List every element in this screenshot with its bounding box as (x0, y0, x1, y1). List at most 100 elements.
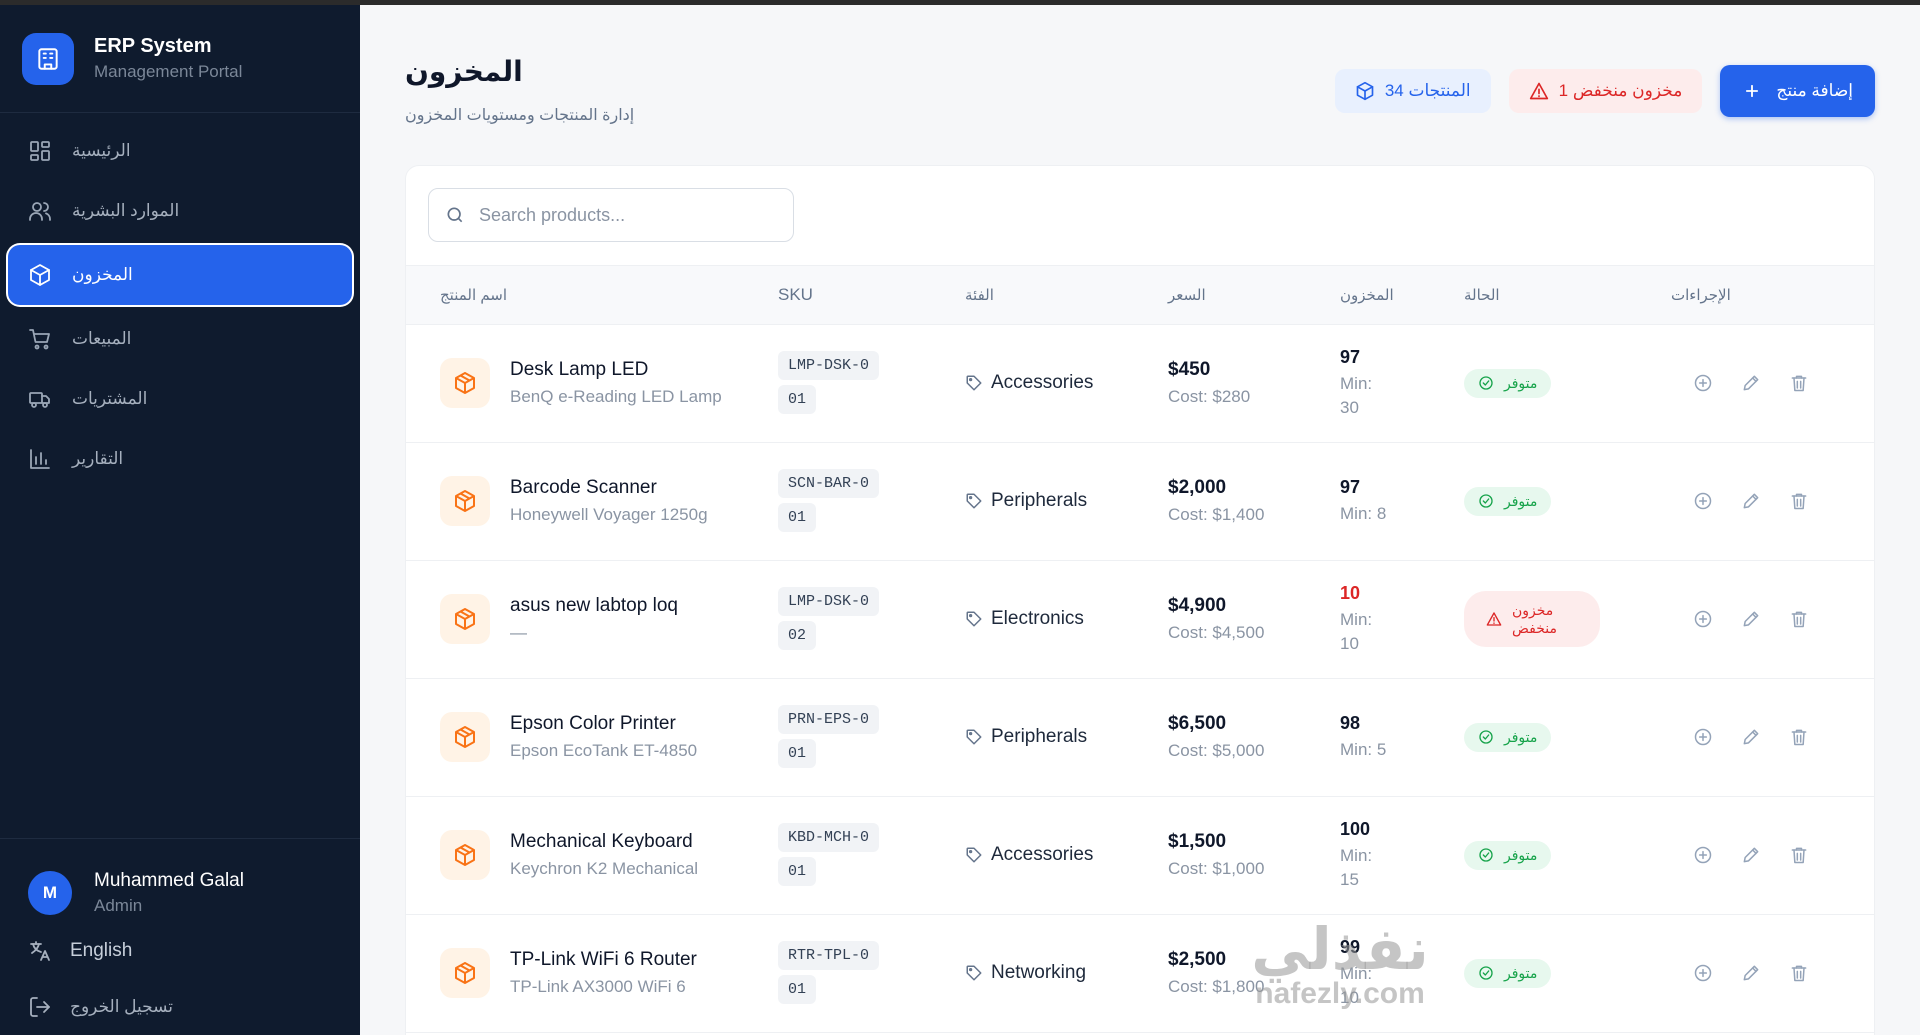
logout-label: تسجيل الخروج (70, 997, 174, 1016)
table-body: Desk Lamp LED BenQ e-Reading LED Lamp LM… (406, 324, 1874, 1032)
cost-value: Cost: $1,800 (1168, 977, 1265, 996)
table-row[interactable]: TP-Link WiFi 6 Router TP-Link AX3000 WiF… (406, 914, 1874, 1032)
logout-button[interactable]: تسجيل الخروج (0, 979, 360, 1035)
sidebar-item-dashboard[interactable]: الرئيسية (8, 125, 352, 177)
user-profile[interactable]: M Muhammed Galal Admin (0, 863, 360, 923)
edit-icon[interactable] (1741, 845, 1761, 865)
status-label: متوفر (1504, 374, 1538, 391)
product-box-icon (440, 712, 490, 762)
product-name[interactable]: Barcode Scanner (510, 477, 708, 499)
product-name[interactable]: Desk Lamp LED (510, 359, 722, 381)
cost-value: Cost: $1,000 (1168, 859, 1265, 878)
cell-stock: 99 Min: 10 (1340, 914, 1464, 1032)
product-name[interactable]: Mechanical Keyboard (510, 831, 698, 853)
cell-sku: SCN-BAR-001 (778, 442, 965, 560)
add-product-button[interactable]: إضافة منتج (1720, 65, 1875, 117)
table-row[interactable]: asus new labtop loq — LMP-DSK-002 Electr… (406, 560, 1874, 678)
column-header-price[interactable]: السعر (1168, 266, 1340, 324)
edit-icon[interactable] (1741, 609, 1761, 629)
price-value: $450 (1168, 359, 1211, 380)
cell-stock: 97 Min: 30 (1340, 324, 1464, 442)
product-name[interactable]: asus new labtop loq (510, 595, 678, 617)
table-row[interactable]: Barcode Scanner Honeywell Voyager 1250g … (406, 442, 1874, 560)
edit-icon[interactable] (1741, 373, 1761, 393)
user-role: Admin (94, 896, 143, 915)
add-stock-icon[interactable] (1693, 845, 1713, 865)
edit-icon[interactable] (1741, 727, 1761, 747)
column-header-actions: الإجراءات (1671, 286, 1731, 304)
users-icon (29, 202, 51, 221)
column-header-sku[interactable]: SKU (778, 266, 965, 324)
add-stock-icon[interactable] (1693, 373, 1713, 393)
sidebar-item-sales[interactable]: المبيعات (8, 313, 352, 365)
cell-actions (1671, 914, 1874, 1032)
sidebar-item-inventory[interactable]: المخزون (8, 245, 352, 305)
sidebar-item-hr[interactable]: الموارد البشرية (8, 185, 352, 237)
low-stock-chip[interactable]: 1 مخزون منخفض (1508, 69, 1703, 113)
edit-icon[interactable] (1741, 491, 1761, 511)
status-badge: متوفر (1464, 722, 1552, 752)
cell-status: متوفر (1464, 796, 1671, 914)
table-row[interactable]: Epson Color Printer Epson EcoTank ET-485… (406, 678, 1874, 796)
column-header-category[interactable]: الفئة (965, 266, 1168, 324)
status-badge: متوفر (1464, 958, 1552, 988)
products-count-label: 34 المنتجات (1384, 81, 1471, 100)
sidebar-item-reports[interactable]: التقارير (8, 433, 352, 485)
header-actions: 34 المنتجات 1 مخزون منخفض إضافة منتج (1334, 65, 1875, 117)
sidebar-item-label: التقارير (72, 449, 124, 468)
category-label: Electronics (991, 608, 1084, 629)
sidebar-item-label: الرئيسية (72, 141, 131, 160)
status-label: متوفر (1504, 492, 1538, 509)
price-value: $2,000 (1168, 477, 1227, 498)
edit-icon[interactable] (1741, 963, 1761, 983)
stock-quantity: 97 (1340, 476, 1361, 497)
status-badge: متوفر (1464, 840, 1552, 870)
cell-category: Accessories (965, 796, 1168, 914)
stock-minimum: Min: 5 (1340, 739, 1387, 759)
check-circle-icon (1479, 966, 1493, 980)
column-header-status[interactable]: الحالة (1464, 266, 1671, 324)
product-name[interactable]: TP-Link WiFi 6 Router (510, 949, 697, 971)
search-box[interactable] (428, 188, 794, 242)
warning-icon (1529, 82, 1548, 100)
language-toggle[interactable]: English (0, 923, 360, 979)
product-box-icon (440, 948, 490, 998)
cell-price: $450 Cost: $280 (1168, 324, 1340, 442)
add-stock-icon[interactable] (1693, 491, 1713, 511)
product-name[interactable]: Epson Color Printer (510, 713, 697, 735)
low-stock-label: 1 مخزون منخفض (1558, 81, 1683, 100)
category-label: Accessories (991, 372, 1094, 393)
add-stock-icon[interactable] (1693, 609, 1713, 629)
cost-value: Cost: $5,000 (1168, 741, 1265, 760)
trash-icon[interactable] (1789, 491, 1809, 511)
trash-icon[interactable] (1789, 727, 1809, 747)
cell-product: Mechanical Keyboard Keychron K2 Mechanic… (406, 796, 778, 914)
stock-minimum: Min: 10 (1340, 963, 1373, 1007)
cell-stock: 10 Min: 10 (1340, 560, 1464, 678)
table-row[interactable]: Desk Lamp LED BenQ e-Reading LED Lamp LM… (406, 324, 1874, 442)
check-circle-icon (1479, 848, 1493, 862)
cell-stock: 97 Min: 8 (1340, 442, 1464, 560)
stock-minimum: Min: 8 (1340, 503, 1387, 523)
cost-value: Cost: $1,400 (1168, 505, 1265, 524)
add-stock-icon[interactable] (1693, 727, 1713, 747)
trash-icon[interactable] (1789, 963, 1809, 983)
trash-icon[interactable] (1789, 373, 1809, 393)
cell-actions (1671, 678, 1874, 796)
search-input[interactable] (479, 204, 779, 226)
add-stock-icon[interactable] (1693, 963, 1713, 983)
column-header-name[interactable]: اسم المنتج (406, 266, 778, 324)
trash-icon[interactable] (1789, 609, 1809, 629)
sidebar-item-purchases[interactable]: المشتريات (8, 373, 352, 425)
cell-stock: 100 Min: 15 (1340, 796, 1464, 914)
table-row[interactable]: Mechanical Keyboard Keychron K2 Mechanic… (406, 796, 1874, 914)
status-label: متوفر (1504, 846, 1538, 863)
check-circle-icon (1479, 494, 1493, 508)
trash-icon[interactable] (1789, 845, 1809, 865)
product-description: BenQ e-Reading LED Lamp (510, 387, 722, 406)
cell-sku: LMP-DSK-002 (778, 560, 965, 678)
column-header-stock[interactable]: المخزون (1340, 266, 1464, 324)
cell-actions (1671, 442, 1874, 560)
tag-icon (966, 375, 982, 391)
brand-subtitle: Management Portal (94, 62, 243, 81)
